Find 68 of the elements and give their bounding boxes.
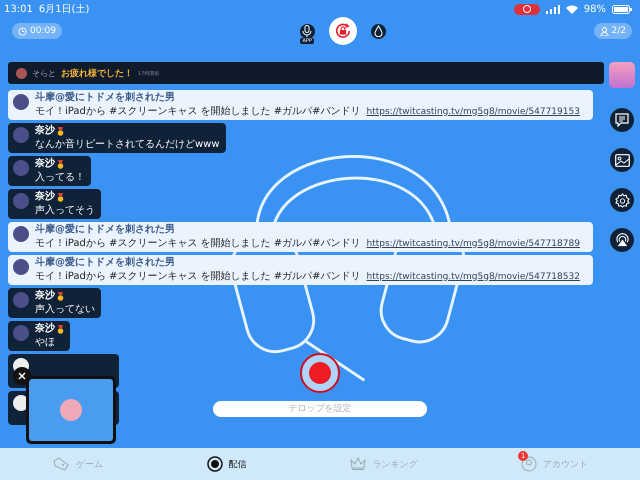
stream-link[interactable]: https://twitcasting.tv/mg5g8/movie/547718532 [366, 272, 580, 283]
comment-user: 奈沙 [35, 323, 55, 336]
medal-icon [57, 192, 64, 202]
comment-text: モイ！iPadから #スクリーンキャス を開始しました #ガルパ#バンドリ [35, 270, 361, 283]
comment-text: モイ！iPadから #スクリーンキャス を開始しました #ガルパ#バンドリ [35, 238, 361, 250]
timer-pill[interactable]: 00:09 [12, 23, 62, 39]
battery-percent: 98% [584, 4, 606, 14]
avatar [13, 226, 29, 242]
avatar [13, 127, 29, 143]
comment-user: 斗摩@愛にトドメを刺された男 [35, 257, 176, 270]
crown-icon [350, 457, 366, 471]
microphone-icon [302, 25, 312, 37]
comment-text: 入ってる！ [35, 172, 85, 184]
comment-user: 奈沙 [35, 290, 55, 302]
water-drop-icon [374, 25, 383, 37]
comment-icon [615, 113, 629, 127]
comment-user: 奈沙 [35, 125, 55, 138]
game-thumbnail[interactable] [609, 62, 635, 88]
medal-icon [57, 160, 64, 169]
record-button[interactable] [300, 353, 340, 393]
tab[interactable]: 配信 [200, 455, 253, 473]
clock-time: 13:01 [4, 4, 33, 14]
comment-text: 声入ってそう [35, 204, 95, 217]
viewers-pill[interactable]: 2/2 [594, 23, 632, 39]
water-drop-button[interactable] [370, 24, 386, 38]
wifi-icon [566, 4, 578, 14]
battery-icon [612, 4, 632, 14]
comment-user: 斗摩@愛にトドメを刺された男 [35, 224, 176, 236]
medal-icon [57, 292, 64, 301]
settings-icon [614, 192, 630, 208]
record-icon [206, 456, 223, 472]
broadcast-icon [614, 233, 630, 247]
avatar [13, 160, 29, 176]
close-icon [18, 372, 26, 380]
comment-user: 斗摩@愛にトドメを刺された男 [35, 92, 176, 104]
signal-icon [546, 4, 560, 14]
avatar [13, 193, 29, 209]
image-button[interactable] [610, 148, 634, 172]
microphone-button[interactable] [300, 24, 315, 38]
avatar [13, 292, 29, 308]
broadcast-button[interactable] [610, 228, 634, 252]
person-icon [600, 26, 608, 36]
stream-link[interactable]: https://twitcasting.tv/mg5g8/movie/547719153 [366, 106, 580, 118]
avatar [13, 325, 29, 341]
comment-text: 声入ってない [35, 304, 95, 316]
rotation-lock-button[interactable] [328, 17, 357, 45]
comment-user: 奈沙 [35, 158, 55, 170]
rotation-lock-icon [334, 22, 352, 40]
avatar [16, 68, 27, 78]
comment-text: やほ [35, 336, 56, 349]
avatar [13, 259, 29, 275]
comment-user: 奈沙 [35, 191, 55, 204]
image-icon [614, 154, 630, 166]
comment-text: モイ！iPadから #スクリーンキャス を開始しました #ガルパ#バンドリ [35, 106, 361, 118]
clock-icon [18, 26, 27, 36]
comment-user: そらと [32, 68, 56, 78]
telop-field[interactable]: テロップを設定 [213, 401, 427, 417]
mute-icon [60, 399, 82, 421]
medal-icon [57, 126, 64, 136]
medal-icon [57, 324, 64, 334]
settings-button[interactable] [610, 188, 634, 212]
account-icon [521, 456, 538, 472]
comment-text: なんか音リピートされてるんだけどwww [35, 138, 220, 151]
avatar [13, 94, 29, 110]
comment-button[interactable] [610, 108, 634, 132]
comment-text: お疲れ様でした！ [61, 67, 133, 80]
date-text: 6月1日(土) [38, 2, 90, 16]
stream-link[interactable]: https://twitcasting.tv/mg5g8/movie/547718789 [366, 238, 580, 250]
